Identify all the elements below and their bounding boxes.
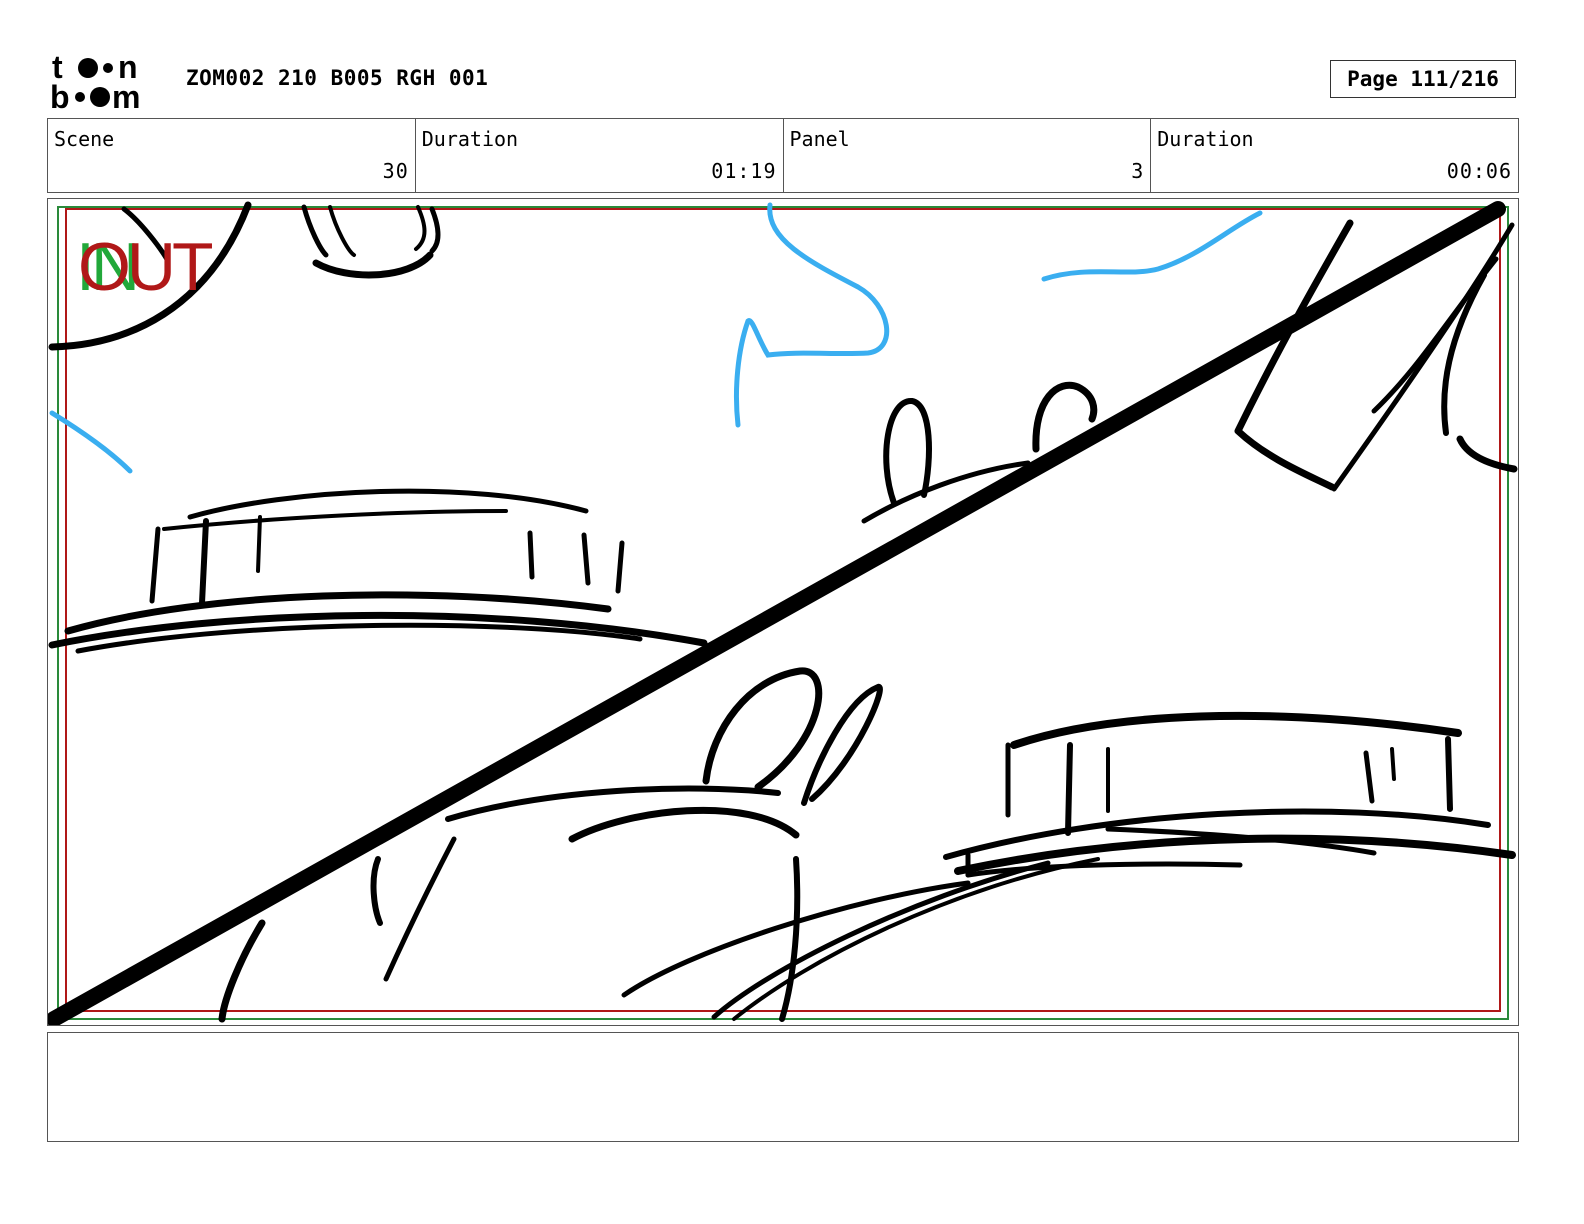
scene-value: 30 — [382, 159, 409, 183]
panel-value: 3 — [1131, 159, 1145, 183]
panel-duration-cell: Duration 00:06 — [1151, 119, 1518, 192]
scene-label: Scene — [54, 127, 115, 151]
page-number: Page 111/216 — [1330, 60, 1516, 98]
scene-duration-label: Duration — [421, 127, 519, 151]
black-sketch-strokes — [48, 201, 1518, 1025]
out-marker: OUT — [78, 229, 214, 305]
notes-box[interactable] — [47, 1032, 1519, 1142]
scene-duration-cell: Duration 01:19 — [416, 119, 784, 192]
panel-label: Panel — [789, 127, 850, 151]
project-title: ZOM002 210 B005 RGH 001 — [186, 66, 489, 90]
blue-sketch-strokes — [49, 202, 1263, 474]
scene-cell: Scene 30 — [48, 119, 416, 192]
panel-duration-value: 00:06 — [1446, 159, 1512, 183]
storyboard-panel: IN OUT — [47, 198, 1519, 1026]
scene-duration-value: 01:19 — [711, 159, 777, 183]
toon-boom-logo: t n b m — [50, 49, 162, 115]
panel-duration-label: Duration — [1157, 127, 1254, 151]
panel-sketch — [48, 201, 1518, 1025]
panel-cell: Panel 3 — [784, 119, 1152, 192]
panel-info-table: Scene 30 Duration 01:19 Panel 3 Duration… — [47, 118, 1519, 193]
svg-text:m: m — [112, 79, 140, 112]
svg-text:b: b — [50, 79, 70, 112]
